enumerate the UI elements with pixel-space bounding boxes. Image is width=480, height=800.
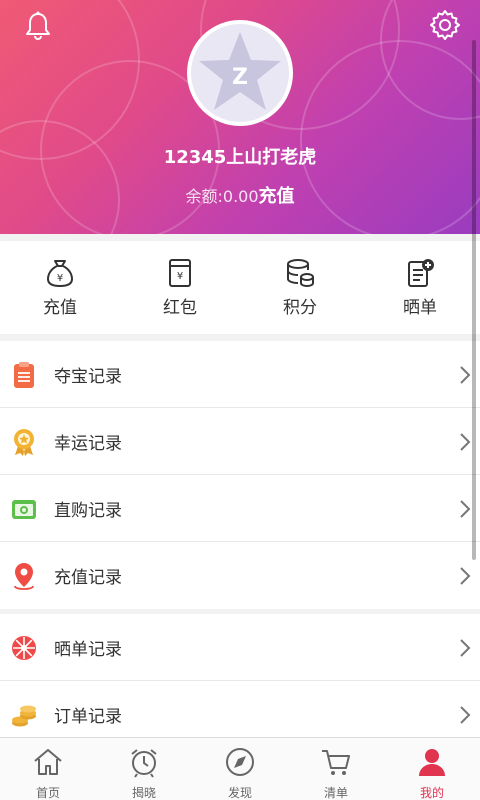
bottom-tab-bar: 首页 揭晓 发现 清单 我的 [0, 737, 480, 800]
tab-label: 揭晓 [131, 786, 156, 800]
location-pin-icon [14, 563, 34, 590]
list-item-label: 晒单记录 [54, 640, 122, 660]
user-icon [419, 749, 445, 776]
alarm-clock-icon [131, 749, 157, 778]
quick-label: 晒单 [403, 298, 437, 318]
svg-text:¥: ¥ [177, 271, 183, 282]
recharge-link[interactable]: 充值 [259, 186, 295, 207]
tab-label: 清单 [323, 786, 348, 800]
tab-label: 首页 [35, 786, 60, 800]
svg-text:Z: Z [232, 65, 248, 90]
star-avatar-icon: Z [199, 32, 281, 110]
medal-icon [14, 429, 34, 456]
chevron-right-icon [460, 639, 471, 657]
username: 12345上山打老虎 [163, 147, 317, 168]
tab-home[interactable]: 首页 [0, 738, 96, 800]
bell-icon[interactable] [22, 10, 54, 42]
clipboard-icon [14, 362, 34, 388]
quick-red-envelope[interactable]: ¥ 红包 [120, 241, 240, 334]
chevron-right-icon [460, 706, 471, 724]
cart-icon [322, 750, 350, 775]
list-item[interactable]: 晒单记录 [0, 614, 480, 681]
red-envelope-icon: ¥ [169, 259, 191, 287]
list-item-label: 充值记录 [54, 568, 122, 588]
list-item-label: 订单记录 [54, 707, 122, 727]
quick-recharge[interactable]: ¥ 充值 [0, 241, 120, 334]
list-item[interactable]: 幸运记录 [0, 408, 480, 475]
screen: Z 12345上山打老虎 余额:0.00充值 ¥ 充值 ¥ 红包 积分 晒单 夺… [0, 0, 480, 800]
coins-icon [12, 705, 36, 727]
compass-icon [226, 748, 254, 776]
quick-share[interactable]: 晒单 [360, 241, 480, 334]
balance-value: 0.00 [222, 187, 259, 206]
tab-label: 发现 [227, 786, 252, 800]
tab-reveal[interactable]: 揭晓 [96, 738, 192, 800]
quick-label: 充值 [43, 298, 77, 318]
flower-icon [12, 636, 36, 660]
home-icon [34, 749, 62, 775]
records-list: 夺宝记录 幸运记录 直购记录 充值记录 [0, 341, 480, 609]
quick-label: 红包 [163, 298, 197, 318]
tab-label: 我的 [419, 786, 444, 800]
list-item[interactable]: 夺宝记录 [0, 341, 480, 408]
tab-discover[interactable]: 发现 [192, 738, 288, 800]
tab-list[interactable]: 清单 [288, 738, 384, 800]
profile-header: Z 12345上山打老虎 余额:0.00充值 [0, 0, 480, 234]
share-document-icon [408, 259, 434, 287]
balance-label: 余额: [185, 187, 223, 206]
list-item[interactable]: 直购记录 [0, 475, 480, 542]
quick-label: 积分 [283, 298, 317, 318]
avatar[interactable]: Z [187, 20, 293, 126]
points-database-icon [287, 259, 314, 288]
chevron-right-icon [460, 433, 471, 451]
records-list-secondary: 晒单记录 订单记录 [0, 614, 480, 748]
svg-text:¥: ¥ [57, 273, 63, 284]
gear-icon[interactable] [428, 8, 462, 42]
scrollbar[interactable] [472, 40, 476, 560]
list-item[interactable]: 充值记录 [0, 542, 480, 609]
list-item-label: 夺宝记录 [54, 367, 122, 387]
list-item-label: 直购记录 [54, 501, 122, 521]
money-bag-icon: ¥ [46, 260, 74, 288]
quick-actions: ¥ 充值 ¥ 红包 积分 晒单 [0, 241, 480, 334]
chevron-right-icon [460, 567, 471, 585]
camera-icon [12, 500, 36, 519]
chevron-right-icon [460, 500, 471, 518]
quick-points[interactable]: 积分 [240, 241, 360, 334]
tab-mine[interactable]: 我的 [384, 738, 480, 800]
balance-row: 余额:0.00充值 [0, 182, 480, 208]
list-item-label: 幸运记录 [54, 434, 122, 454]
chevron-right-icon [460, 366, 471, 384]
